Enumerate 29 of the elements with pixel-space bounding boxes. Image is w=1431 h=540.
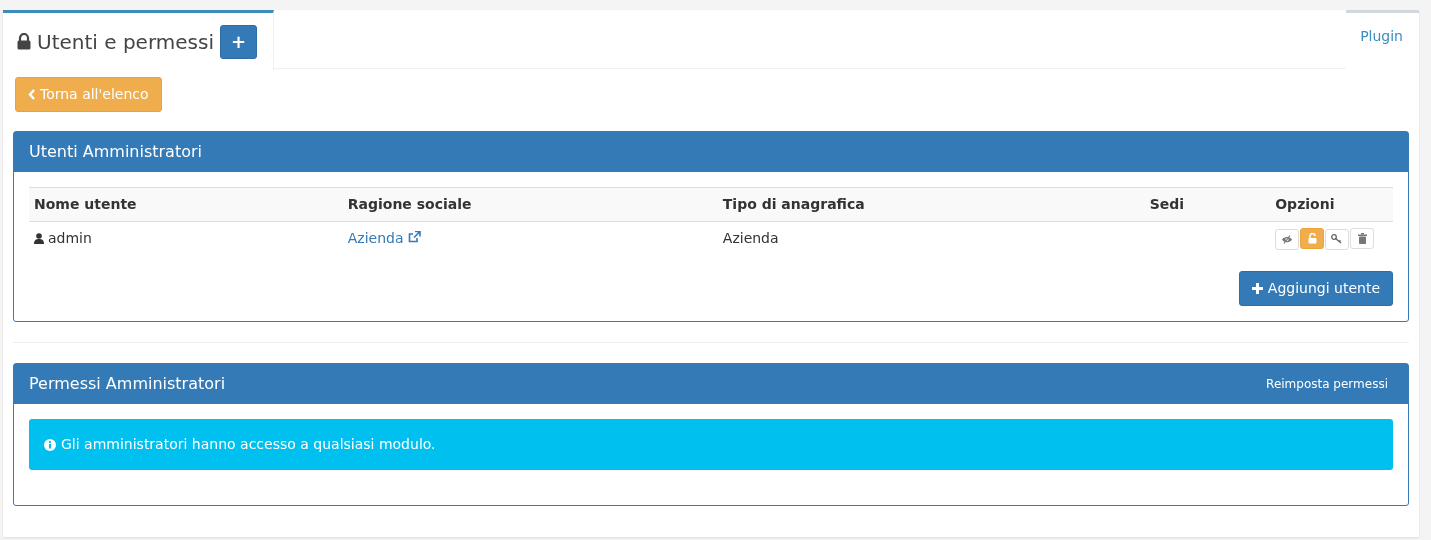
column-header: Opzioni [1270, 187, 1393, 222]
column-header: Sedi [1144, 187, 1271, 222]
chevron-left-icon [28, 89, 36, 100]
user-name: admin [48, 230, 92, 246]
plus-icon [1251, 283, 1263, 294]
info-icon [44, 438, 56, 451]
view-button[interactable] [1275, 229, 1300, 250]
panel-title: Permessi Amministratori [29, 373, 226, 395]
eye-slash-icon [1281, 235, 1294, 244]
key-icon [1331, 234, 1344, 244]
key-button[interactable] [1325, 228, 1350, 250]
add-user-button[interactable]: Aggiungi utente [1238, 271, 1393, 306]
unlock-icon [1307, 233, 1317, 244]
alert-text: Gli amministratori hanno accesso a qualsiasi modulo. [61, 435, 436, 454]
column-header: Nome utente [29, 187, 343, 222]
table-cell: Azienda [717, 221, 1145, 256]
delete-button[interactable] [1350, 228, 1375, 249]
column-header: Tipo di anagrafica [717, 187, 1145, 222]
user-icon [34, 233, 44, 244]
tab[interactable]: Plugin [1346, 10, 1419, 69]
reset-permissions-link[interactable]: Reimposta permessi [1266, 375, 1388, 393]
lock-icon [17, 33, 31, 50]
panel-title: Utenti Amministratori [29, 141, 202, 163]
external-link-icon [407, 231, 421, 243]
company-link[interactable]: Azienda [347, 230, 421, 246]
tab[interactable]: Utenti e permessi + [3, 10, 274, 70]
column-header: Ragione sociale [342, 187, 718, 222]
add-button[interactable]: + [219, 24, 257, 59]
trash-icon [1357, 233, 1367, 244]
